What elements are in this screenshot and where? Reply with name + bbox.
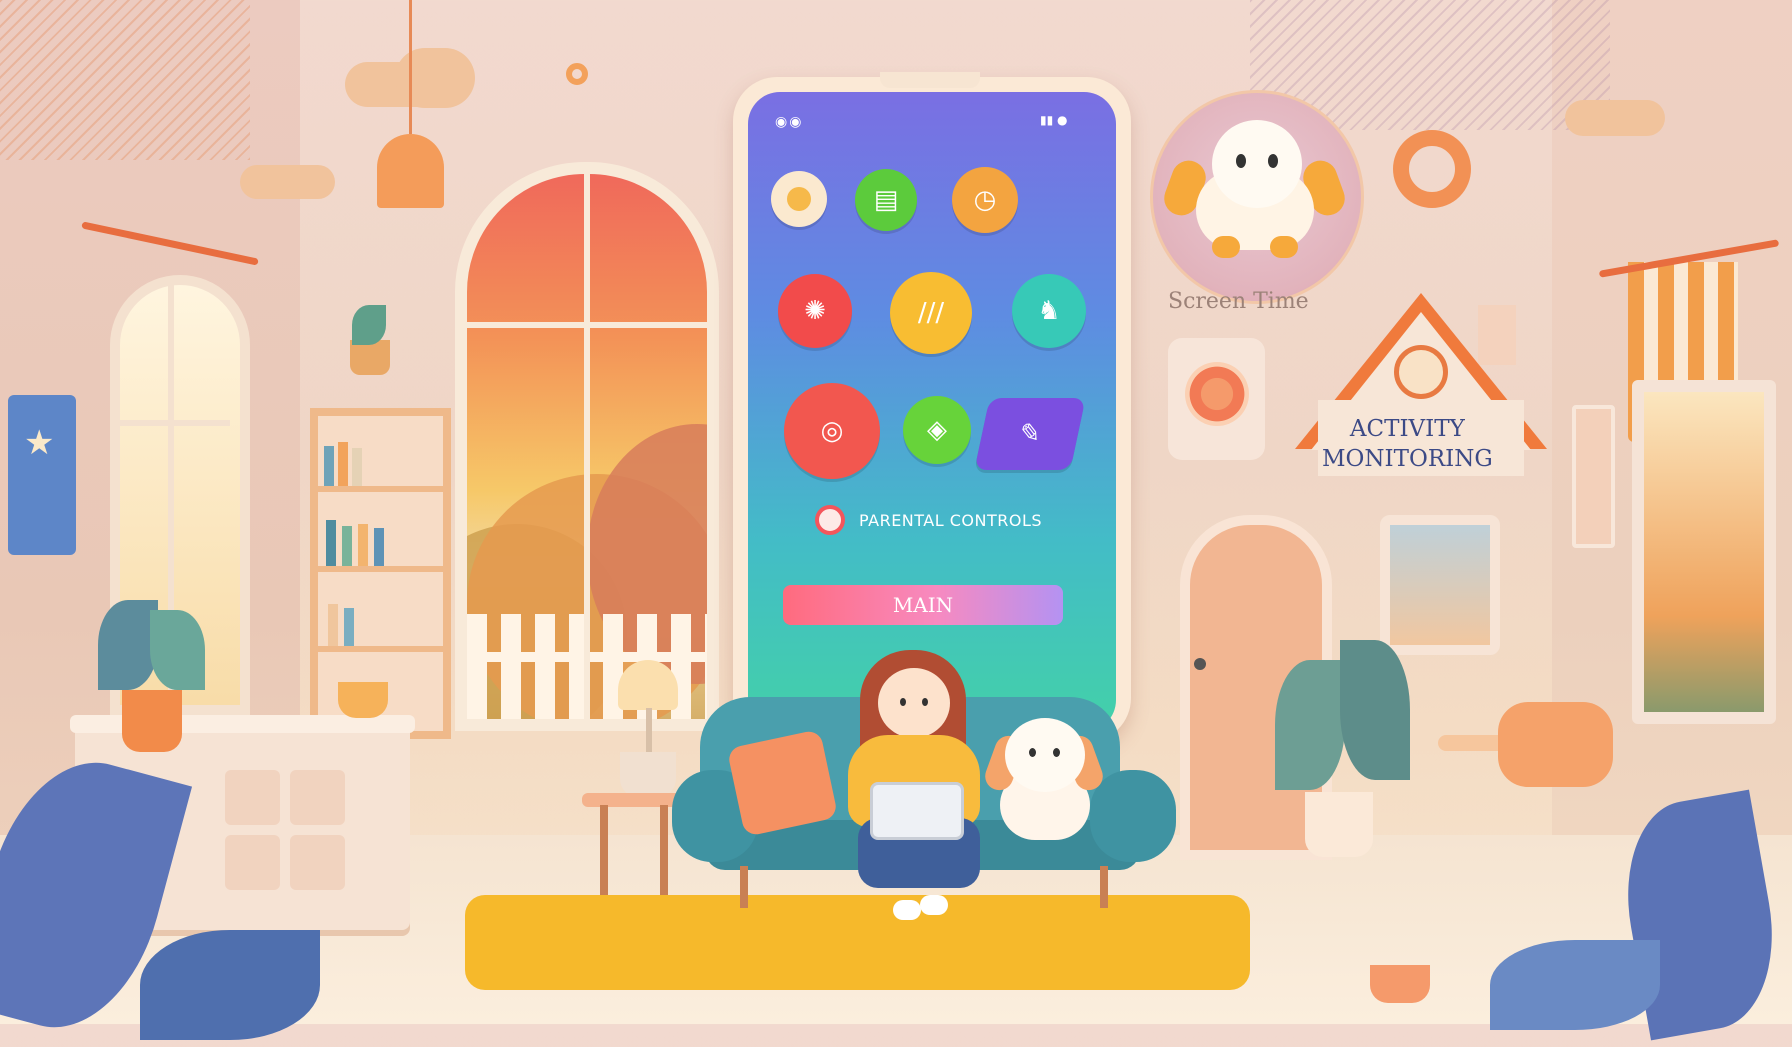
book bbox=[344, 608, 354, 646]
shelf-board bbox=[318, 646, 443, 652]
book-app-icon[interactable]: ▤ bbox=[855, 169, 917, 231]
camera-icon: ◉◉ bbox=[775, 114, 804, 130]
phone-notch bbox=[880, 72, 980, 88]
plant-leaf bbox=[1275, 660, 1345, 790]
cloud-decoration bbox=[1565, 100, 1665, 136]
book bbox=[374, 528, 384, 566]
desk-drawer bbox=[290, 835, 345, 890]
window-mullion bbox=[467, 322, 707, 328]
shield-app-icon[interactable]: ◈ bbox=[903, 396, 971, 464]
clock-app-icon[interactable]: ◷ bbox=[952, 167, 1018, 233]
plant-leaf bbox=[150, 610, 205, 690]
pendant-lamp bbox=[377, 134, 444, 208]
door-knob bbox=[1194, 658, 1206, 670]
dog-plush bbox=[1005, 718, 1085, 792]
book bbox=[358, 524, 368, 566]
trophy-app-icon[interactable]: ♞ bbox=[1012, 274, 1086, 348]
plant-pot bbox=[338, 682, 388, 718]
wall-frame bbox=[1572, 405, 1615, 548]
parental-controls-row[interactable]: PARENTAL CONTROLS bbox=[815, 505, 1042, 535]
desk-drawer bbox=[225, 835, 280, 890]
target-app-icon[interactable]: ◎ bbox=[784, 383, 880, 479]
lamp-cord bbox=[409, 0, 412, 134]
star-icon: ★ bbox=[24, 423, 55, 463]
sunset-window bbox=[455, 162, 719, 731]
plant-pot bbox=[350, 340, 390, 375]
sofa-arm bbox=[1090, 770, 1176, 862]
plant-pot bbox=[1370, 965, 1430, 1003]
ring-decoration bbox=[566, 63, 588, 85]
ball-app-icon[interactable]: ✺ bbox=[778, 274, 852, 348]
sofa-leg bbox=[740, 866, 748, 908]
activity-label-line1: ACTIVITY bbox=[1349, 416, 1465, 442]
lamp-pole bbox=[646, 708, 652, 754]
shelf-board bbox=[318, 486, 443, 492]
mascot-foot bbox=[1212, 236, 1240, 258]
card-app-icon[interactable]: ✎ bbox=[974, 398, 1086, 470]
desk-drawer bbox=[290, 770, 345, 825]
window-mullion bbox=[120, 420, 230, 426]
app-glyph bbox=[787, 187, 811, 211]
book bbox=[352, 448, 362, 486]
wall-poster: ★ bbox=[8, 395, 76, 555]
lemon-icon[interactable] bbox=[771, 171, 827, 227]
tablet-device bbox=[870, 782, 964, 840]
house-window-icon bbox=[1394, 345, 1448, 399]
plant-pot bbox=[1305, 792, 1373, 857]
parental-controls-label: PARENTAL CONTROLS bbox=[859, 510, 1043, 530]
dog-eye bbox=[1053, 748, 1060, 757]
right-window bbox=[1632, 380, 1776, 724]
ring-icon bbox=[1393, 130, 1471, 208]
battery-icon: ▮▮ ● bbox=[1040, 113, 1068, 127]
book bbox=[338, 442, 348, 486]
plant-pot bbox=[122, 690, 182, 752]
girl-shoe bbox=[893, 900, 921, 920]
girl-shoe bbox=[920, 895, 948, 915]
window-mullion bbox=[584, 174, 590, 719]
plant-leaf bbox=[98, 600, 158, 690]
book bbox=[326, 520, 336, 566]
cloud-decoration bbox=[240, 165, 335, 199]
rug bbox=[465, 895, 1250, 990]
activity-label-line2: MONITORING bbox=[1322, 446, 1493, 472]
small-window bbox=[1380, 515, 1500, 655]
dog-eye bbox=[1029, 748, 1036, 757]
sofa-leg bbox=[1100, 866, 1108, 908]
shelf-board bbox=[318, 566, 443, 572]
book bbox=[328, 604, 338, 646]
mascot-eye bbox=[1236, 154, 1246, 168]
mascot-foot bbox=[1270, 236, 1298, 258]
chair bbox=[1498, 702, 1613, 787]
plant-leaf bbox=[352, 305, 386, 345]
main-button[interactable]: MAIN bbox=[783, 585, 1063, 625]
screen-time-label: Screen Time bbox=[1168, 289, 1309, 314]
girl-eye bbox=[900, 698, 906, 706]
foreground-leaf bbox=[1490, 940, 1660, 1030]
plant-pot bbox=[620, 752, 676, 797]
speaker-icon bbox=[1185, 362, 1249, 426]
activity-monitoring-label[interactable]: ACTIVITY MONITORING bbox=[1322, 414, 1493, 474]
book bbox=[342, 526, 352, 566]
mascot-icon bbox=[1212, 120, 1302, 208]
wall-pattern bbox=[0, 0, 250, 160]
stripes-app-icon[interactable]: /// bbox=[890, 272, 972, 354]
desk-drawer bbox=[225, 770, 280, 825]
girl-face bbox=[878, 668, 950, 738]
mascot-eye bbox=[1268, 154, 1278, 168]
parental-controls-icon bbox=[815, 505, 845, 535]
plant-leaf bbox=[1340, 640, 1410, 780]
girl-eye bbox=[922, 698, 928, 706]
book bbox=[324, 446, 334, 486]
cloud-decoration bbox=[395, 48, 475, 108]
